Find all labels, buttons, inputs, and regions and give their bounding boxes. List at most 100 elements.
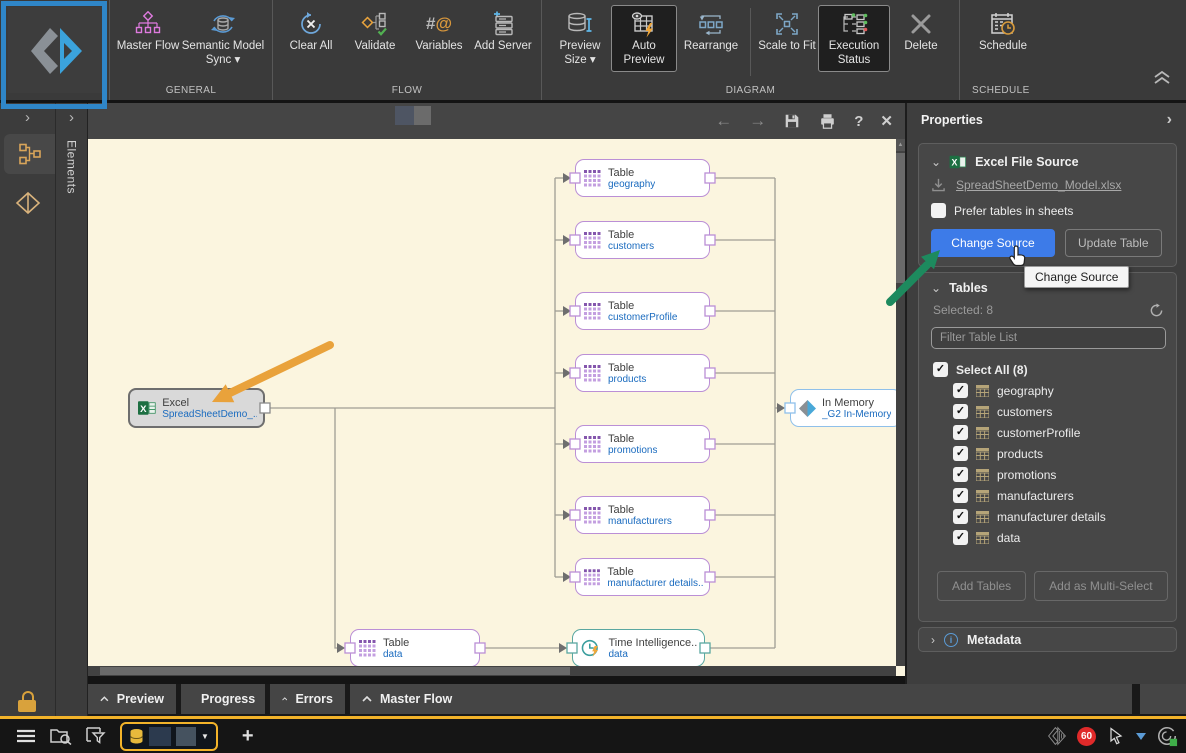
tab-master-flow[interactable]: Master Flow [350, 684, 1132, 714]
table-list-item[interactable]: ✓ geography [931, 380, 1164, 401]
table-node-data[interactable]: Table data [350, 629, 480, 667]
tab-preview[interactable]: Preview [88, 684, 176, 714]
execution-status-button[interactable]: Execution Status [818, 4, 890, 73]
tab-progress[interactable]: Progress [181, 684, 265, 714]
table-list-item[interactable]: ✓ data [931, 527, 1164, 548]
table-list-item[interactable]: ✓ products [931, 443, 1164, 464]
table-icon [584, 302, 601, 319]
app-logo-tile[interactable] [0, 0, 110, 100]
filter-view-icon[interactable] [86, 727, 106, 745]
tab-errors[interactable]: Errors [270, 684, 345, 714]
close-flow-button[interactable]: ✕ [880, 112, 893, 130]
prefer-tables-checkbox[interactable] [931, 203, 946, 218]
item-checkbox[interactable]: ✓ [953, 509, 968, 524]
refresh-tables-button[interactable] [1149, 303, 1164, 323]
select-all-row[interactable]: ✓ Select All (8) [931, 359, 1164, 380]
canvas-vertical-scrollbar[interactable]: ▲ [896, 139, 905, 666]
time-intelligence-node[interactable]: Time Intelligence... data [572, 629, 705, 667]
table-node-customerprofile[interactable]: Table customerProfile [575, 292, 710, 330]
add-multi-select-button[interactable]: Add as Multi-Select [1034, 571, 1168, 601]
table-node-promotions[interactable]: Table promotions [575, 425, 710, 463]
update-table-button[interactable]: Update Table [1065, 229, 1162, 257]
collapse-section-icon[interactable]: ⌄ [931, 155, 941, 169]
ribbon-group-general: Master Flow Semantic Model Sync ▾ GENERA… [110, 0, 273, 100]
validate-button[interactable]: Validate [343, 6, 407, 54]
semantic-model-sync-button[interactable]: Semantic Model Sync ▾ [180, 6, 266, 67]
item-checkbox[interactable]: ✓ [953, 425, 968, 440]
table-list-item[interactable]: ✓ customerProfile [931, 422, 1164, 443]
item-checkbox[interactable]: ✓ [953, 404, 968, 419]
table-node-manufacturers[interactable]: Table manufacturers [575, 496, 710, 534]
source-file-link[interactable]: SpreadSheetDemo_Model.xlsx [956, 178, 1121, 192]
canvas-horizontal-scrollbar[interactable] [88, 666, 896, 676]
redo-button[interactable]: → [749, 111, 766, 131]
download-icon[interactable] [931, 178, 946, 192]
table-node-manufacturer-details[interactable]: Table manufacturer details... [575, 558, 710, 596]
help-button[interactable]: ? [854, 113, 863, 130]
item-checkbox[interactable]: ✓ [953, 446, 968, 461]
master-flow-button[interactable]: Master Flow [116, 6, 180, 54]
table-item-label: data [997, 530, 1021, 545]
item-checkbox[interactable]: ✓ [953, 488, 968, 503]
item-checkbox[interactable]: ✓ [953, 530, 968, 545]
expand-metadata-icon[interactable]: › [931, 633, 935, 647]
pointer-icon[interactable] [1106, 726, 1126, 746]
table-node-products[interactable]: Table products [575, 354, 710, 392]
undo-button[interactable]: ← [715, 111, 732, 131]
scale-to-fit-button[interactable]: Scale to Fit [755, 6, 819, 54]
scroll-up-icon[interactable]: ▲ [896, 139, 905, 151]
node-title: Excel [162, 396, 190, 409]
add-tables-button[interactable]: Add Tables [937, 571, 1027, 601]
expand-toolbar-icon[interactable]: › [0, 103, 55, 126]
item-checkbox[interactable]: ✓ [953, 383, 968, 398]
collapse-panel-icon[interactable]: › [1167, 111, 1172, 129]
menu-icon[interactable] [16, 729, 36, 743]
save-button[interactable] [783, 112, 801, 130]
table-list-item[interactable]: ✓ promotions [931, 464, 1164, 485]
folder-search-icon[interactable] [50, 727, 72, 745]
rearrange-button[interactable]: Rearrange [676, 6, 746, 54]
auto-preview-button[interactable]: Auto Preview [611, 4, 677, 73]
add-server-button[interactable]: Add Server [471, 6, 535, 54]
table-node-geography[interactable]: Table geography [575, 159, 710, 197]
diagram-canvas[interactable]: X Excel SpreadSheetDemo_... Table geograp… [88, 139, 905, 676]
caret-down-blue-icon[interactable] [1136, 732, 1146, 740]
table-list-item[interactable]: ✓ manufacturer details [931, 506, 1164, 527]
preview-size-button[interactable]: Preview Size ▾ [548, 6, 612, 67]
app-logo-icon [30, 28, 82, 74]
print-button[interactable] [818, 112, 837, 130]
in-memory-node[interactable]: In Memory _G2 In-Memory [790, 389, 902, 427]
database-selector-dropdown[interactable]: ▼ [120, 721, 218, 751]
change-source-button[interactable]: Change Source [931, 229, 1055, 257]
elements-panel-label[interactable]: Elements [65, 140, 79, 194]
connection-status-icon[interactable] [1156, 725, 1178, 747]
add-item-button[interactable]: + [242, 725, 254, 748]
filter-table-input[interactable] [931, 327, 1166, 349]
node-subtitle: promotions [608, 444, 658, 456]
variables-button[interactable]: #@ Variables [407, 6, 471, 54]
select-all-checkbox[interactable]: ✓ [933, 362, 948, 377]
lock-icon[interactable] [18, 691, 38, 713]
ribbon-collapse-button[interactable] [1152, 69, 1172, 90]
clear-all-button[interactable]: Clear All [279, 6, 343, 54]
collapse-tables-icon[interactable]: ⌄ [931, 281, 941, 295]
tab-label: Progress [201, 692, 256, 706]
excel-source-node[interactable]: X Excel SpreadSheetDemo_... [128, 388, 265, 428]
table-item-label: geography [997, 383, 1054, 398]
validate-label: Validate [354, 40, 396, 52]
table-list-item[interactable]: ✓ manufacturers [931, 485, 1164, 506]
expand-elements-icon[interactable]: › [56, 103, 87, 126]
item-checkbox[interactable]: ✓ [953, 467, 968, 482]
node-title: Time Intelligence... [608, 636, 698, 649]
rearrange-icon [699, 15, 723, 36]
elements-flow-tab[interactable] [4, 134, 55, 174]
table-list-item[interactable]: ✓ customers [931, 401, 1164, 422]
table-item-label: manufacturer details [997, 509, 1106, 524]
metadata-card[interactable]: › i Metadata [918, 627, 1177, 652]
notification-badge[interactable]: 60 [1077, 726, 1096, 746]
delete-button[interactable]: Delete [889, 6, 953, 54]
semantic-diamond-tab[interactable] [15, 190, 41, 216]
table-node-customers[interactable]: Table customers [575, 221, 710, 259]
node-subtitle: data [608, 648, 628, 660]
schedule-button[interactable]: Schedule [966, 6, 1040, 54]
